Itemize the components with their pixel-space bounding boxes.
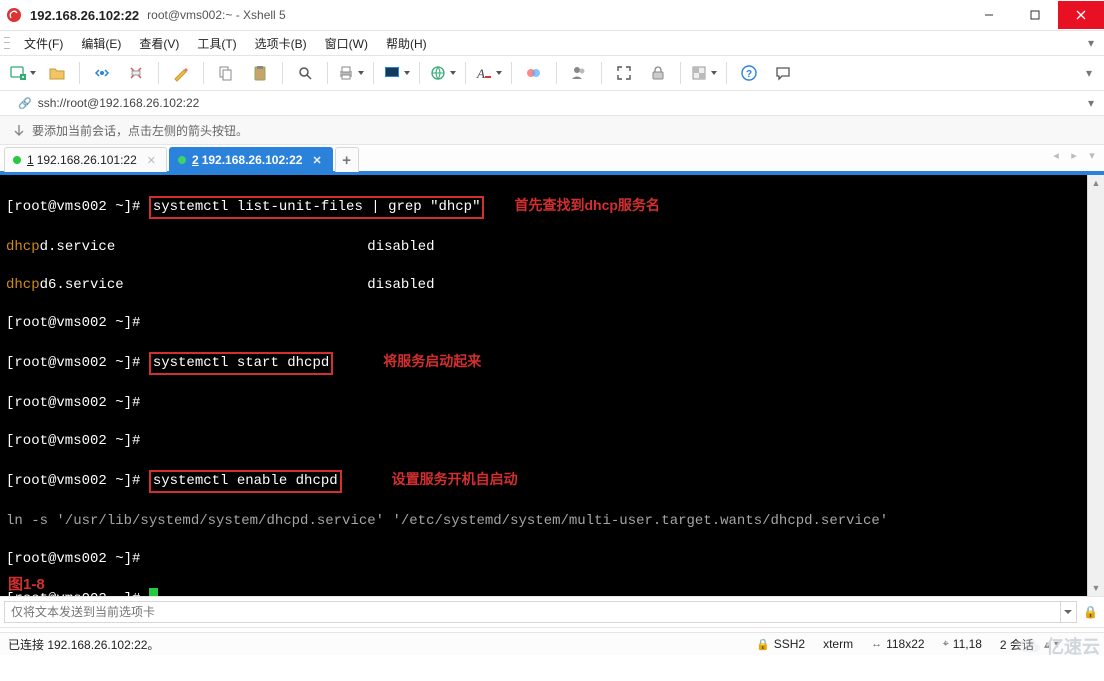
grip-icon — [4, 35, 10, 51]
maximize-button[interactable] — [1012, 1, 1058, 29]
window-title-bar: 192.168.26.102:22 root@vms002:~ - Xshell… — [0, 0, 1104, 30]
hint-bar: 要添加当前会话，点击左侧的箭头按钮。 — [0, 116, 1104, 145]
compose-input-bar: 🔒 — [0, 596, 1104, 627]
properties-button[interactable] — [165, 60, 197, 86]
toolbar-overflow-icon[interactable]: ▾ — [1086, 66, 1096, 80]
address-bar: 🔗 ssh://root@192.168.26.102:22 ▾ — [0, 91, 1104, 116]
status-dot-icon — [178, 156, 186, 164]
new-tab-button[interactable]: + — [335, 147, 359, 172]
menu-file[interactable]: 文件(F) — [16, 33, 71, 54]
tab-number: 2 — [192, 153, 199, 167]
tab-list-icon[interactable]: ▾ — [1086, 149, 1098, 162]
address-overflow-icon[interactable]: ▾ — [1088, 96, 1098, 110]
annotation-1: 首先查找到dhcp服务名 — [514, 196, 659, 215]
help-button[interactable]: ? — [733, 60, 765, 86]
tab-next-icon[interactable]: ▸ — [1068, 149, 1080, 162]
chevron-down-icon — [404, 71, 410, 75]
disconnect-button[interactable] — [120, 60, 152, 86]
figure-label: 图1-8 — [8, 575, 45, 594]
annotation-3: 设置服务开机自启动 — [392, 470, 518, 489]
add-session-arrow-icon[interactable] — [12, 123, 26, 137]
menu-view[interactable]: 查看(V) — [131, 33, 187, 54]
svg-text:?: ? — [746, 69, 752, 80]
status-protocol: 🔒SSH2 — [756, 637, 805, 651]
menu-help[interactable]: 帮助(H) — [378, 33, 435, 54]
scroll-up-icon[interactable]: ▲ — [1088, 175, 1104, 191]
session-tab-1[interactable]: 1 192.168.26.101:22 ✕ — [4, 147, 167, 172]
svg-text:A: A — [476, 66, 485, 81]
terminal[interactable]: [root@vms002 ~]# systemctl list-unit-fil… — [0, 175, 1087, 596]
menu-tools[interactable]: 工具(T) — [189, 33, 244, 54]
session-tab-2[interactable]: 2 192.168.26.102:22 ✕ — [169, 147, 333, 172]
menu-overflow-icon[interactable]: ▾ — [1088, 36, 1098, 50]
menu-window[interactable]: 窗口(W) — [317, 33, 376, 54]
print-button[interactable] — [334, 60, 367, 86]
tab-close-icon[interactable]: ✕ — [147, 154, 156, 167]
chevron-down-icon — [450, 71, 456, 75]
session-tab-bar: 1 192.168.26.101:22 ✕ 2 192.168.26.102:2… — [0, 145, 1104, 175]
fullscreen-button[interactable] — [608, 60, 640, 86]
resize-icon: ↔ — [871, 638, 882, 650]
tab-number: 1 — [27, 153, 34, 167]
chevron-down-icon — [358, 71, 364, 75]
chevron-down-icon — [496, 71, 502, 75]
color-scheme-button[interactable] — [380, 60, 413, 86]
feedback-button[interactable] — [767, 60, 799, 86]
tab-close-icon[interactable]: ✕ — [312, 154, 321, 167]
font-button[interactable]: A — [472, 60, 505, 86]
position-icon: ⌖ — [943, 638, 949, 651]
status-dot-icon — [13, 156, 21, 164]
minimize-button[interactable] — [966, 1, 1012, 29]
tab-label: 192.168.26.101:22 — [37, 153, 137, 167]
reconnect-button[interactable] — [86, 60, 118, 86]
chevron-down-icon — [30, 71, 36, 75]
paste-button[interactable] — [244, 60, 276, 86]
address-url[interactable]: ssh://root@192.168.26.102:22 — [38, 96, 200, 110]
highlight-button[interactable] — [518, 60, 550, 86]
terminal-area: [root@vms002 ~]# systemctl list-unit-fil… — [0, 175, 1104, 596]
link-icon: 🔗 — [18, 97, 32, 110]
menu-bar: 文件(F) 编辑(E) 查看(V) 工具(T) 选项卡(B) 窗口(W) 帮助(… — [0, 30, 1104, 55]
tab-label: 192.168.26.102:22 — [202, 153, 303, 167]
window-subtitle: root@vms002:~ - Xshell 5 — [147, 8, 286, 22]
toolbar: A ? ▾ — [0, 55, 1104, 91]
compose-input[interactable] — [4, 601, 1061, 623]
window-title: 192.168.26.102:22 — [30, 8, 139, 23]
menu-edit[interactable]: 编辑(E) — [73, 33, 129, 54]
terminal-scrollbar[interactable]: ▲ ▼ — [1087, 175, 1104, 596]
lock-icon: 🔒 — [756, 638, 770, 651]
chevron-down-icon — [711, 71, 717, 75]
status-sessions[interactable]: 2 会话▴▾ — [1000, 636, 1060, 653]
transparency-button[interactable] — [687, 60, 720, 86]
hint-text: 要添加当前会话，点击左侧的箭头按钮。 — [32, 122, 248, 139]
new-session-button[interactable] — [6, 60, 39, 86]
open-button[interactable] — [41, 60, 73, 86]
compose-lock-icon[interactable]: 🔒 — [1081, 605, 1100, 619]
tab-prev-icon[interactable]: ◂ — [1050, 149, 1062, 162]
scroll-down-icon[interactable]: ▼ — [1088, 580, 1104, 596]
status-cursor-pos: ⌖11,18 — [943, 637, 982, 651]
menu-tabs[interactable]: 选项卡(B) — [247, 33, 315, 54]
lock-button[interactable] — [642, 60, 674, 86]
status-term-type: xterm — [823, 637, 853, 651]
cursor-block — [149, 588, 158, 596]
compose-target-dropdown[interactable] — [1060, 601, 1077, 623]
encoding-button[interactable] — [426, 60, 459, 86]
close-button[interactable] — [1058, 1, 1104, 29]
copy-button[interactable] — [210, 60, 242, 86]
status-connection: 已连接 192.168.26.102:22。 — [8, 636, 159, 653]
status-size: ↔118x22 — [871, 637, 924, 651]
status-bar: 已连接 192.168.26.102:22。 🔒SSH2 xterm ↔118x… — [0, 632, 1104, 655]
app-icon — [6, 7, 22, 23]
users-button[interactable] — [563, 60, 595, 86]
annotation-2: 将服务启动起来 — [383, 352, 481, 371]
find-button[interactable] — [289, 60, 321, 86]
